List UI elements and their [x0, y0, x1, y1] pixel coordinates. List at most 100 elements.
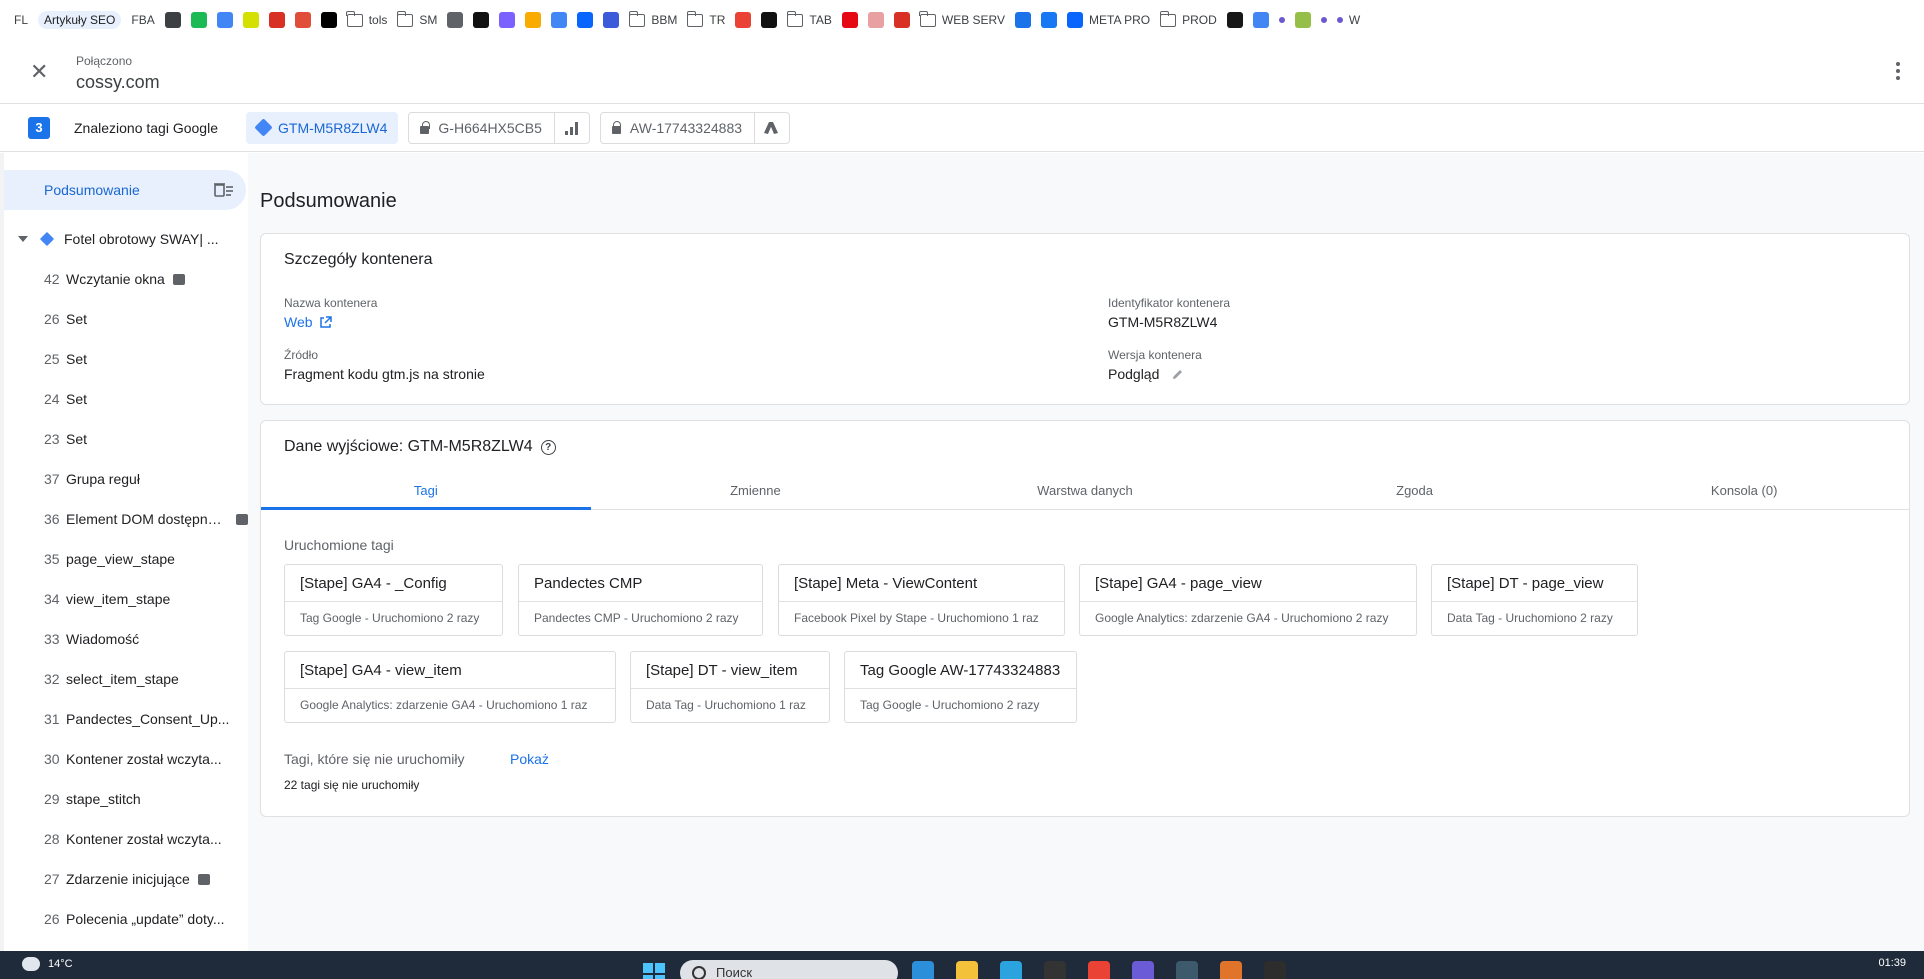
bookmark-item[interactable] — [294, 12, 311, 28]
fired-tag-tile[interactable]: [Stape] DT - view_item Data Tag - Urucho… — [630, 651, 830, 723]
bookmark-item[interactable] — [551, 12, 568, 28]
fired-tag-tile[interactable]: [Stape] GA4 - view_item Google Analytics… — [284, 651, 616, 723]
bookmark-item[interactable] — [867, 12, 884, 28]
event-item[interactable]: 28 Kontener został wczyta... — [4, 819, 248, 859]
event-item[interactable]: 23 Set — [4, 419, 248, 459]
bookmark-folder[interactable]: BBM — [628, 10, 677, 27]
tab-tags[interactable]: Tagi — [261, 472, 591, 510]
ip-icon[interactable] — [1044, 961, 1066, 979]
taskbar-search[interactable]: Поиск — [680, 960, 898, 979]
bookmark-item[interactable]: Artykuły SEO — [38, 11, 122, 29]
bookmark-item[interactable] — [1226, 12, 1243, 28]
vscode-icon[interactable] — [912, 961, 934, 979]
bookmark-item[interactable] — [320, 12, 337, 28]
more-options-icon[interactable] — [1896, 62, 1902, 80]
page-entry[interactable]: Fotel obrotowy SWAY| ... — [18, 219, 248, 259]
chrome-icon[interactable] — [1088, 961, 1110, 979]
bookmark-item[interactable] — [499, 12, 516, 28]
bookmark-item[interactable] — [190, 12, 207, 28]
event-item[interactable]: 42 Wczytanie okna — [4, 259, 248, 299]
fired-tag-tile[interactable]: Tag Google AW-17743324883 Tag Google - U… — [844, 651, 1077, 723]
event-item[interactable]: 25 Set — [4, 339, 248, 379]
tag-chip-google-ads[interactable]: AW-17743324883 — [599, 111, 791, 144]
bookmark-item[interactable] — [1041, 12, 1058, 28]
bookmark-item[interactable] — [268, 12, 285, 28]
google-tags-strip: 3 Znaleziono tagi Google GTM-M5R8ZLW4 G-… — [0, 104, 1924, 152]
tab-consent[interactable]: Zgoda — [1250, 472, 1580, 509]
event-item[interactable]: 36 Element DOM dostępny ... — [4, 499, 248, 539]
bookmark-item[interactable] — [1278, 17, 1285, 23]
bookmark-folder[interactable]: WEB SERV — [919, 10, 1005, 27]
bookmark-item[interactable] — [216, 12, 233, 28]
tab-console[interactable]: Konsola (0) — [1579, 472, 1909, 509]
bookmark-item[interactable] — [525, 12, 542, 28]
bookmark-item[interactable] — [1320, 17, 1327, 23]
event-item[interactable]: 27 Zdarzenie inicjujące — [4, 859, 248, 899]
fired-tag-tile[interactable]: [Stape] GA4 - _Config Tag Google - Uruch… — [284, 564, 503, 636]
tab-data-layer[interactable]: Warstwa danych — [920, 472, 1250, 509]
explorer-icon[interactable] — [956, 961, 978, 979]
telegram-icon[interactable] — [1000, 961, 1022, 979]
event-item[interactable]: 32 select_item_stape — [4, 659, 248, 699]
tag-chip-gtm[interactable]: GTM-M5R8ZLW4 — [246, 111, 399, 144]
event-item[interactable]: 26 Polecenia „update” doty... — [4, 899, 248, 939]
weather-widget[interactable]: 14°C — [22, 953, 73, 971]
bookmark-item[interactable] — [447, 12, 464, 28]
clock: 01:39 — [1878, 957, 1906, 969]
help-icon[interactable]: ? — [540, 439, 556, 455]
sidebar-item-summary[interactable]: Podsumowanie — [4, 170, 246, 210]
bookmark-item[interactable] — [841, 12, 858, 28]
event-item[interactable]: 26 Set — [4, 299, 248, 339]
bookmark-folder[interactable]: PROD — [1159, 10, 1217, 27]
container-name-value[interactable]: Web — [284, 314, 332, 330]
bookmark-item[interactable]: FBA — [131, 13, 154, 27]
event-item[interactable]: 29 stape_stitch — [4, 779, 248, 819]
bookmark-item[interactable] — [473, 12, 490, 28]
bookmark-folder[interactable]: SM — [396, 10, 437, 27]
bookmark-item[interactable] — [761, 12, 778, 28]
event-item[interactable]: 34 view_item_stape — [4, 579, 248, 619]
fired-tag-tile[interactable]: [Stape] DT - page_view Data Tag - Urucho… — [1431, 564, 1638, 636]
fired-tag-tile[interactable]: [Stape] Meta - ViewContent Facebook Pixe… — [778, 564, 1065, 636]
terminal-icon[interactable] — [1264, 961, 1286, 979]
event-number: 35 — [44, 551, 60, 567]
close-icon[interactable]: ✕ — [30, 61, 48, 83]
bookmark-item[interactable] — [603, 12, 620, 28]
event-item[interactable]: 30 Kontener został wczyta... — [4, 739, 248, 779]
tab-variables[interactable]: Zmienne — [591, 472, 921, 509]
app-icon[interactable] — [1132, 961, 1154, 979]
container-name-link[interactable]: Web — [284, 314, 313, 330]
pencil-icon[interactable] — [1171, 368, 1184, 381]
bookmark-folder[interactable]: tols — [346, 10, 387, 27]
bookmark-item[interactable]: FL — [14, 13, 28, 27]
bookmark-item[interactable] — [1294, 12, 1311, 28]
container-version-value: Podgląd — [1108, 366, 1184, 382]
open-external-icon[interactable] — [319, 315, 332, 329]
bookmark-item[interactable]: META PRO — [1067, 12, 1150, 28]
app-icon[interactable] — [1176, 961, 1198, 979]
bookmark-item[interactable] — [242, 12, 259, 28]
bookmark-item[interactable] — [164, 12, 181, 28]
app-icon[interactable] — [1220, 961, 1242, 979]
caret-down-icon[interactable] — [18, 236, 28, 242]
bookmark-item[interactable] — [1252, 12, 1269, 28]
bookmark-item[interactable] — [577, 12, 594, 28]
fired-tag-tile[interactable]: Pandectes CMP Pandectes CMP - Uruchomion… — [518, 564, 763, 636]
tag-chip-ga4[interactable]: G-H664HX5CB5 — [408, 111, 590, 144]
bookmark-item[interactable] — [893, 12, 910, 28]
clear-list-icon[interactable] — [214, 182, 234, 198]
bookmark-folder[interactable]: TAB — [786, 10, 832, 27]
event-item[interactable]: 24 Set — [4, 379, 248, 419]
bookmark-item[interactable] — [1015, 12, 1032, 28]
bookmark-folder[interactable]: TR — [686, 10, 725, 27]
event-item[interactable]: 31 Pandectes_Consent_Up... — [4, 699, 248, 739]
event-item[interactable]: 33 Wiadomość — [4, 619, 248, 659]
start-menu-icon[interactable] — [643, 963, 665, 979]
event-item[interactable]: 37 Grupa reguł — [4, 459, 248, 499]
fired-tag-tile[interactable]: [Stape] GA4 - page_view Google Analytics… — [1079, 564, 1417, 636]
event-item[interactable]: 35 page_view_stape — [4, 539, 248, 579]
tile-divider — [779, 601, 1064, 602]
bookmark-item[interactable] — [735, 12, 752, 28]
show-not-fired-link[interactable]: Pokaż — [510, 751, 549, 767]
bookmark-item[interactable]: W — [1336, 13, 1360, 27]
